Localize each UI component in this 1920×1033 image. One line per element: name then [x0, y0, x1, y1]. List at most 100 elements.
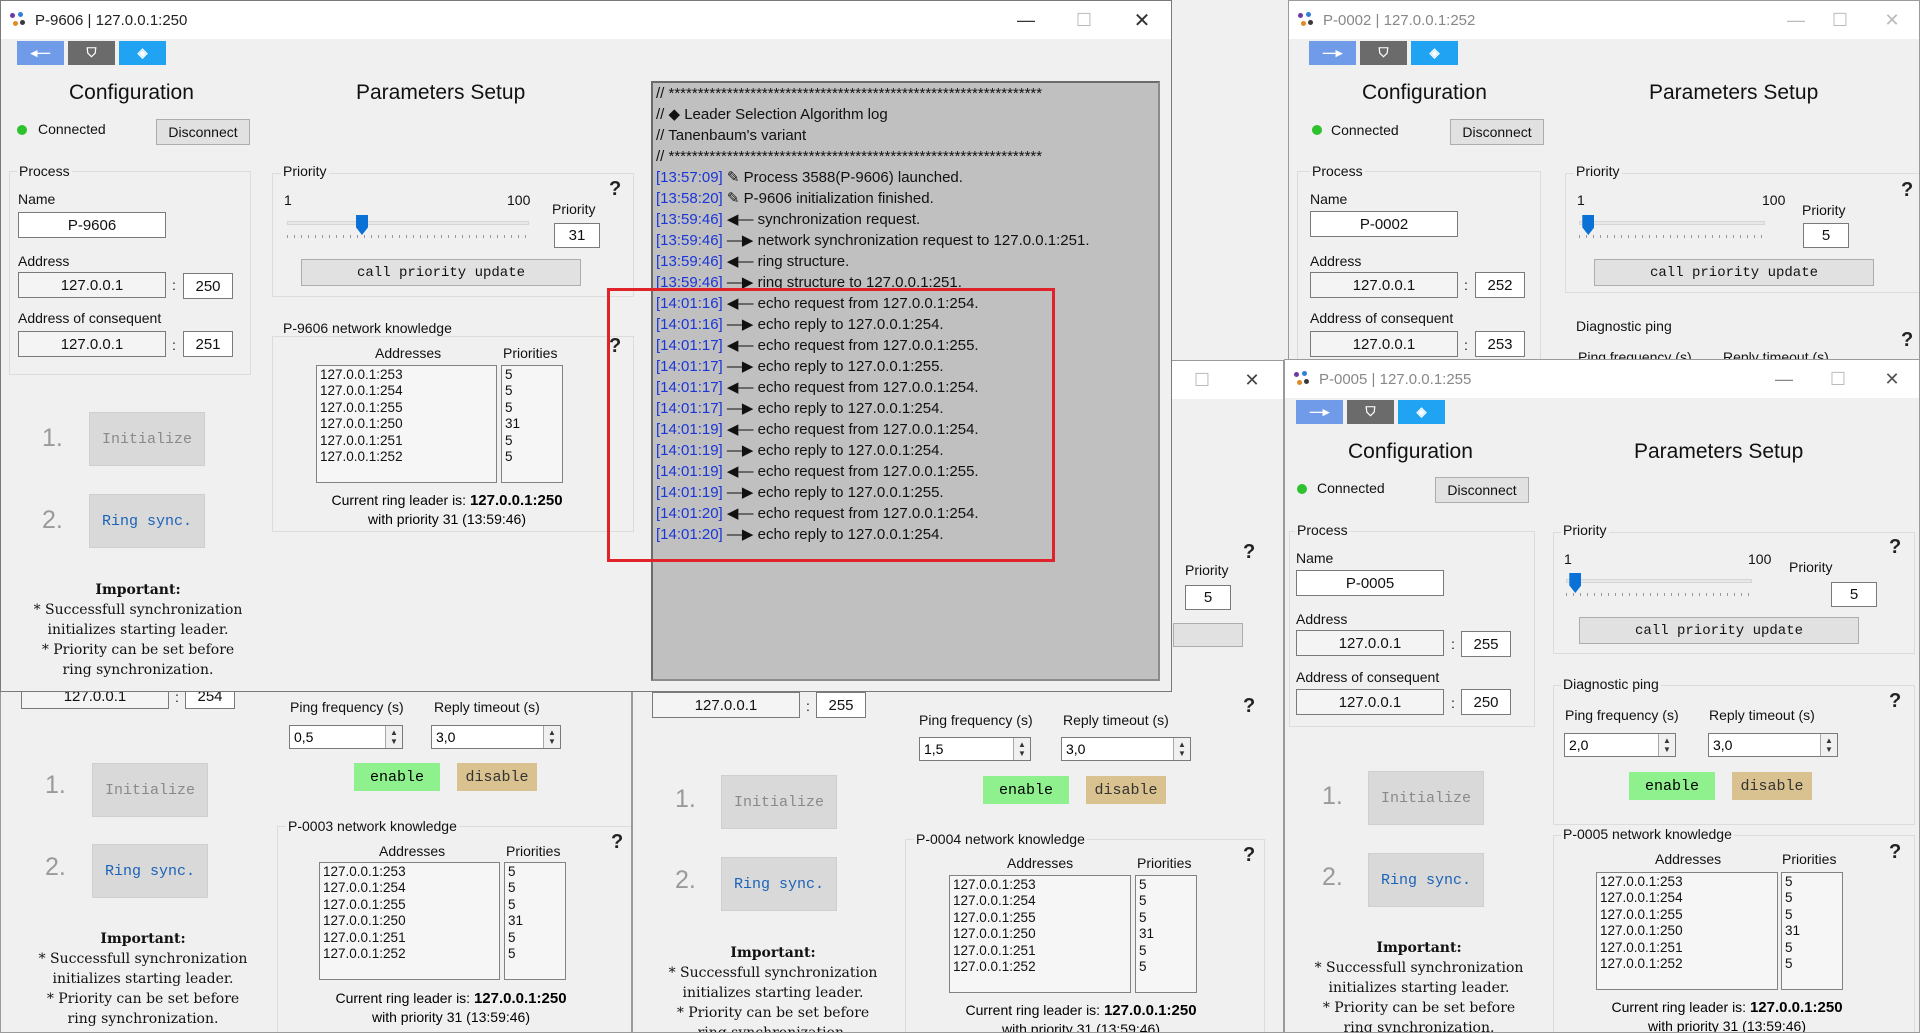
name-field[interactable]: P-0005	[1296, 570, 1444, 596]
list-item[interactable]: 5	[1139, 877, 1193, 893]
shield-icon[interactable]: ⛉	[68, 41, 115, 65]
list-item[interactable]: 127.0.0.1:252	[323, 946, 496, 962]
list-item[interactable]: 5	[508, 864, 562, 880]
call-priority-update-button[interactable]: call priority update	[1594, 259, 1874, 286]
shield-icon[interactable]: ⛉	[1360, 41, 1407, 65]
close-icon[interactable]: ✕	[1863, 1, 1919, 39]
priority-slider-track[interactable]	[287, 221, 529, 225]
list-item[interactable]: 127.0.0.1:253	[1600, 874, 1774, 890]
close-icon[interactable]: ✕	[1223, 361, 1281, 399]
maximize-icon[interactable]: ☐	[1811, 1, 1869, 39]
ping-frequency-spinner[interactable]: 2,0 ▲ ▼	[1564, 733, 1676, 757]
help-icon[interactable]: ?	[1243, 844, 1255, 867]
address-field[interactable]: 127.0.0.1	[1296, 630, 1444, 656]
list-item[interactable]: 5	[1139, 959, 1193, 975]
list-item[interactable]: 127.0.0.1:254	[953, 893, 1127, 909]
reply-timeout-spinner[interactable]: 3,0 ▲ ▼	[1708, 733, 1838, 757]
help-icon[interactable]: ?	[1243, 541, 1255, 564]
help-icon[interactable]: ?	[1901, 179, 1913, 202]
list-item[interactable]: 127.0.0.1:255	[320, 400, 493, 416]
list-item[interactable]: 127.0.0.1:250	[323, 913, 496, 929]
priority-slider-track[interactable]	[1579, 221, 1765, 225]
list-item[interactable]: 127.0.0.1:253	[323, 864, 496, 880]
call-priority-update-button[interactable]: call priority update	[301, 259, 581, 286]
addresses-list[interactable]: 127.0.0.1:253 127.0.0.1:254 127.0.0.1:255 1…	[319, 862, 500, 980]
initialize-button[interactable]: Initialize	[92, 763, 208, 817]
consequent-address-field[interactable]: 127.0.0.1	[1296, 689, 1444, 715]
ping-frequency-spinner[interactable]: 0,5 ▲ ▼	[289, 725, 403, 749]
diamond-icon[interactable]: ◈	[119, 41, 166, 65]
list-item[interactable]: 5	[1785, 940, 1839, 956]
address-field[interactable]: 127.0.0.1	[18, 272, 166, 298]
priority-field[interactable]: 31	[554, 223, 600, 248]
initialize-button[interactable]: Initialize	[721, 775, 837, 829]
disable-button[interactable]: disable	[1086, 776, 1166, 804]
minimize-icon[interactable]: —	[1755, 360, 1813, 398]
close-icon[interactable]: ✕	[1113, 1, 1171, 39]
forward-arrow-icon[interactable]: —▸	[1309, 41, 1356, 65]
list-item[interactable]: 5	[1139, 943, 1193, 959]
help-icon[interactable]: ?	[1243, 695, 1255, 718]
spinner-arrows-icon[interactable]: ▲ ▼	[1173, 738, 1190, 760]
list-item[interactable]: 127.0.0.1:252	[1600, 956, 1774, 972]
disconnect-button[interactable]: Disconnect	[1450, 119, 1544, 145]
spinner-arrows-icon[interactable]: ▲ ▼	[385, 726, 402, 748]
ring-sync-button[interactable]: Ring sync.	[721, 857, 837, 911]
spinner-arrows-icon[interactable]: ▲ ▼	[1013, 738, 1030, 760]
port-field[interactable]: 250	[183, 273, 233, 299]
list-item[interactable]: 127.0.0.1:254	[1600, 890, 1774, 906]
consequent-port-field[interactable]: 251	[183, 331, 233, 357]
help-icon[interactable]: ?	[1889, 841, 1901, 864]
title-bar[interactable]: P-0005 | 127.0.0.1:255 — ☐ ✕	[1285, 360, 1919, 398]
priorities-list[interactable]: 5 5 5 31 5 5	[1135, 875, 1197, 993]
list-item[interactable]: 5	[1785, 956, 1839, 972]
list-item[interactable]: 127.0.0.1:255	[953, 910, 1127, 926]
call-priority-update-button[interactable]	[1173, 623, 1243, 647]
help-icon[interactable]: ?	[1901, 329, 1913, 352]
list-item[interactable]: 127.0.0.1:254	[323, 880, 496, 896]
list-item[interactable]: 5	[1785, 874, 1839, 890]
disconnect-button[interactable]: Disconnect	[156, 119, 250, 145]
list-item[interactable]: 5	[1785, 890, 1839, 906]
list-item[interactable]: 127.0.0.1:250	[953, 926, 1127, 942]
list-item[interactable]: 5	[508, 897, 562, 913]
list-item[interactable]: 5	[1785, 907, 1839, 923]
addresses-list[interactable]: 127.0.0.1:253 127.0.0.1:254 127.0.0.1:255 1…	[316, 365, 497, 483]
initialize-button[interactable]: Initialize	[89, 412, 205, 466]
priorities-list[interactable]: 5 5 5 31 5 5	[501, 365, 563, 483]
enable-button[interactable]: enable	[1629, 772, 1715, 800]
list-item[interactable]: 127.0.0.1:251	[1600, 940, 1774, 956]
enable-button[interactable]: enable	[354, 763, 440, 791]
minimize-icon[interactable]: —	[997, 1, 1055, 39]
consequent-port-field[interactable]: 255	[816, 692, 866, 718]
title-bar[interactable]: P-0002 | 127.0.0.1:252 — ☐ ✕	[1289, 1, 1919, 39]
list-item[interactable]: 127.0.0.1:253	[320, 367, 493, 383]
list-item[interactable]: 127.0.0.1:252	[320, 449, 493, 465]
list-item[interactable]: 127.0.0.1:250	[320, 416, 493, 432]
diamond-icon[interactable]: ◈	[1411, 41, 1458, 65]
enable-button[interactable]: enable	[983, 776, 1069, 804]
reply-timeout-spinner[interactable]: 3,0 ▲ ▼	[1061, 737, 1191, 761]
diamond-icon[interactable]: ◈	[1398, 400, 1445, 424]
list-item[interactable]: 5	[505, 383, 559, 399]
list-item[interactable]: 127.0.0.1:251	[320, 433, 493, 449]
list-item[interactable]: 127.0.0.1:254	[320, 383, 493, 399]
list-item[interactable]: 127.0.0.1:255	[1600, 907, 1774, 923]
spinner-arrows-icon[interactable]: ▲ ▼	[1820, 734, 1837, 756]
addresses-list[interactable]: 127.0.0.1:253 127.0.0.1:254 127.0.0.1:255 1…	[949, 875, 1131, 993]
list-item[interactable]: 31	[505, 416, 559, 432]
list-item[interactable]: 127.0.0.1:253	[953, 877, 1127, 893]
shield-icon[interactable]: ⛉	[1347, 400, 1394, 424]
list-item[interactable]: 31	[1785, 923, 1839, 939]
priority-field[interactable]: 5	[1831, 582, 1877, 607]
list-item[interactable]: 5	[1139, 910, 1193, 926]
maximize-icon[interactable]: ☐	[1055, 1, 1113, 39]
list-item[interactable]: 5	[508, 930, 562, 946]
consequent-address-field[interactable]: 127.0.0.1	[652, 692, 800, 718]
priorities-list[interactable]: 5 5 5 31 5 5	[504, 862, 566, 980]
consequent-address-field[interactable]: 127.0.0.1	[18, 331, 166, 357]
help-icon[interactable]: ?	[611, 831, 623, 854]
disable-button[interactable]: disable	[1732, 772, 1812, 800]
consequent-port-field[interactable]: 250	[1461, 689, 1511, 715]
list-item[interactable]: 5	[505, 367, 559, 383]
